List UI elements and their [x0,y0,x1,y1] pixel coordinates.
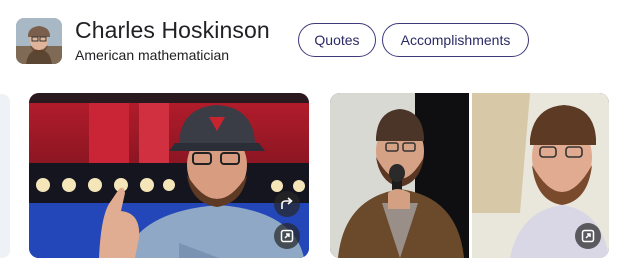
entity-description: American mathematician [75,47,230,63]
accomplishments-chip[interactable]: Accomplishments [382,23,529,57]
collage-photo [330,93,609,258]
previous-image-edge[interactable] [0,94,10,258]
share-icon[interactable] [274,191,300,217]
expand-image-icon[interactable] [575,223,601,249]
entity-name: Charles Hoskinson [75,17,270,43]
entity-avatar[interactable] [16,18,62,64]
speaker-photo [29,93,309,258]
knowledge-panel: Charles Hoskinson American mathematician… [0,0,627,266]
expand-image-icon[interactable] [274,223,300,249]
quotes-chip[interactable]: Quotes [298,23,376,57]
image-card[interactable] [29,93,309,258]
image-card[interactable] [330,93,609,258]
